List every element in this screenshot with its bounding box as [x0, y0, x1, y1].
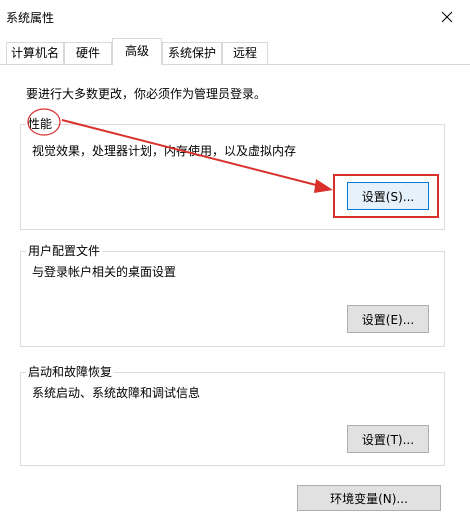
- title-bar: 系统属性: [0, 0, 470, 34]
- performance-description: 视觉效果，处理器计划，内存使用，以及虚拟内存: [32, 144, 297, 158]
- environment-variables-button[interactable]: 环境变量(N)...: [297, 485, 441, 511]
- performance-settings-button[interactable]: 设置(S)...: [347, 182, 429, 210]
- tab-system-protection[interactable]: 系统保护: [162, 42, 222, 64]
- tab-hardware[interactable]: 硬件: [64, 42, 112, 64]
- performance-group: [20, 124, 445, 230]
- tab-advanced[interactable]: 高级: [112, 38, 162, 65]
- startup-recovery-label: 启动和故障恢复: [26, 363, 115, 380]
- startup-recovery-settings-button[interactable]: 设置(T)...: [347, 425, 429, 453]
- user-profile-settings-button[interactable]: 设置(E)...: [347, 305, 429, 333]
- tab-computer-name[interactable]: 计算机名: [6, 42, 64, 64]
- close-button[interactable]: [424, 0, 470, 34]
- admin-notice: 要进行大多数更改，你必须作为管理员登录。: [26, 87, 267, 101]
- tab-remote[interactable]: 远程: [222, 42, 268, 64]
- user-profile-description: 与登录帐户相关的桌面设置: [32, 265, 177, 279]
- close-icon: [441, 11, 453, 23]
- window-title: 系统属性: [6, 11, 55, 25]
- user-profile-label: 用户配置文件: [26, 242, 103, 259]
- performance-label: 性能: [26, 115, 55, 132]
- startup-recovery-description: 系统启动、系统故障和调试信息: [32, 386, 201, 400]
